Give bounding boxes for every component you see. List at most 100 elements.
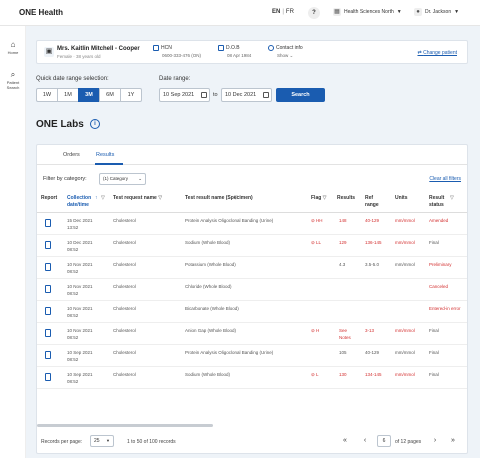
contact-field[interactable]: Contact info Show ⌄ — [268, 45, 303, 59]
next-page-button[interactable]: › — [429, 435, 441, 447]
test-request-name: Cholesterol — [113, 240, 136, 245]
units-value: mm/mmol — [395, 350, 415, 355]
first-page-button[interactable]: « — [339, 435, 351, 447]
result-value: 105 — [339, 350, 347, 355]
table-row[interactable]: 10 Sep 2021 08:52 Cholesterol Sodium (Whole… — [37, 367, 467, 389]
collection-datetime: 15 Dec 2021 13:52 — [67, 218, 93, 231]
clear-all-filters-link[interactable]: Clear all filters — [429, 176, 461, 182]
flag-text: L — [316, 372, 319, 377]
hcn-value: 0600-333-476 (ON) — [162, 53, 202, 58]
test-result-name: Potassium (Whole Blood) — [185, 262, 236, 267]
dob-label: D.O.B — [226, 45, 240, 51]
last-page-button[interactable]: » — [447, 435, 459, 447]
category-filter-select[interactable]: (1) Category ⌄ — [99, 173, 146, 185]
test-result-name: Chloride (Whole Blood) — [185, 284, 232, 289]
tab-orders[interactable]: Orders — [63, 152, 80, 158]
table-row[interactable]: 10 Dec 2021 08:52 Cholesterol Sodium (Whole… — [37, 235, 467, 257]
search-button[interactable]: Search — [276, 88, 325, 102]
document-icon[interactable] — [45, 285, 51, 293]
filter-icon[interactable]: ▽ — [450, 195, 454, 201]
collection-date: 10 Nov 2021 — [67, 328, 93, 333]
organization-menu[interactable]: ▦ Health Sciences North ▼ — [333, 8, 402, 16]
contact-toggle[interactable]: Show ⌄ — [277, 53, 303, 59]
category-filter-value: (1) Category — [103, 176, 129, 181]
date-from-value: 10 Sep 2021 — [163, 92, 195, 98]
sort-arrow-icon[interactable]: ↑ — [95, 195, 98, 201]
page-number-input[interactable]: 6 — [377, 435, 391, 447]
records-range-text: 1 to 50 of 100 records — [127, 439, 176, 445]
app-title[interactable]: ONE Health — [19, 8, 63, 17]
range-option-6m[interactable]: 6M — [99, 88, 121, 102]
tab-results[interactable]: Results — [96, 152, 114, 158]
prev-page-button[interactable]: ‹ — [359, 435, 371, 447]
col-units: Units — [395, 195, 408, 201]
help-button[interactable]: ? — [308, 7, 320, 19]
col-collection-date[interactable]: Collection date/time — [67, 195, 95, 209]
contact-label: Contact info — [276, 45, 303, 51]
sidebar-item-patient-search[interactable]: ⌕ Patient Search — [0, 70, 26, 90]
document-icon[interactable] — [45, 241, 51, 249]
lang-fr-link[interactable]: FR — [286, 9, 294, 15]
date-range-label: Date range: — [159, 76, 191, 82]
table-row[interactable]: 10 Nov 2021 08:52 Cholesterol Potassium (Wh… — [37, 257, 467, 279]
chevron-down-icon: ▼ — [106, 438, 110, 443]
collection-time: 08:52 — [67, 246, 79, 252]
sidebar: ⌂ Home ⌕ Patient Search — [0, 26, 26, 458]
result-value: 129 — [339, 240, 347, 245]
document-icon[interactable] — [45, 329, 51, 337]
chevron-down-icon: ⌄ — [289, 53, 294, 58]
table-row[interactable]: 15 Dec 2021 13:52 Cholesterol Protein Analy… — [37, 213, 467, 235]
document-icon[interactable] — [45, 263, 51, 271]
lang-en-link[interactable]: EN — [272, 9, 280, 15]
result-value: 4.3 — [339, 262, 346, 267]
user-name: Dr. Jackson — [425, 9, 452, 15]
sidebar-item-home[interactable]: ⌂ Home — [0, 40, 26, 55]
range-option-3m[interactable]: 3M — [78, 88, 100, 102]
date-from-input[interactable]: 10 Sep 2021 — [159, 88, 210, 102]
filter-icon[interactable]: ▽ — [234, 195, 238, 201]
table-row[interactable]: 10 Nov 2021 08:52 Cholesterol Anion Gap (Wh… — [37, 323, 467, 345]
flag-text: H — [316, 328, 320, 333]
records-per-page-select[interactable]: 25 ▼ — [90, 435, 114, 447]
test-request-name: Cholesterol — [113, 262, 136, 267]
range-option-1m[interactable]: 1M — [57, 88, 79, 102]
flag-text: HH — [316, 218, 323, 223]
col-test-request[interactable]: Test request name ▽ — [113, 195, 162, 202]
filter-icon[interactable]: ▽ — [157, 195, 162, 201]
test-result-name: Sodium (Whole Blood) — [185, 372, 231, 377]
filter-icon[interactable]: ▽ — [101, 195, 105, 201]
document-icon[interactable] — [45, 351, 51, 359]
patient-id-card-icon: ▣ — [44, 47, 54, 57]
horizontal-scrollbar[interactable] — [37, 424, 213, 427]
document-icon[interactable] — [45, 307, 51, 315]
ref-range-value: 3-13 — [365, 328, 375, 333]
user-menu[interactable]: ● Dr. Jackson ▼ — [414, 8, 459, 16]
col-test-result[interactable]: Test result name (Specimen) — [185, 195, 255, 202]
calendar-icon[interactable] — [263, 92, 269, 98]
change-patient-link[interactable]: ⇄ Change patient — [417, 50, 457, 56]
filter-icon[interactable]: ▽ — [321, 195, 327, 201]
document-icon[interactable] — [45, 373, 51, 381]
col-report: Report — [41, 195, 58, 201]
collection-datetime: 10 Nov 2021 08:52 — [67, 328, 93, 341]
home-icon: ⌂ — [10, 40, 16, 49]
info-icon[interactable]: i — [90, 119, 100, 129]
calendar-icon[interactable] — [201, 92, 207, 98]
chevron-down-icon: ▼ — [454, 9, 460, 15]
date-to-input[interactable]: 10 Dec 2021 — [221, 88, 272, 102]
col-ref-range: Ref range — [365, 195, 379, 208]
to-label: to — [213, 92, 218, 98]
document-icon[interactable] — [45, 219, 51, 227]
units-value: mm/mmol — [395, 240, 415, 245]
col-flag[interactable]: Flag ▽ — [311, 195, 327, 202]
organization-name: Health Sciences North — [344, 9, 394, 15]
hcn-field: HCN 0600-333-476 (ON) — [153, 45, 201, 58]
result-status: Preliminary — [429, 262, 452, 267]
table-row[interactable]: 10 Nov 2021 08:52 Cholesterol Chloride (Who… — [37, 279, 467, 301]
range-option-1y[interactable]: 1Y — [120, 88, 142, 102]
range-option-1w[interactable]: 1W — [36, 88, 58, 102]
test-request-name: Cholesterol — [113, 306, 136, 311]
card-icon — [153, 45, 159, 51]
table-row[interactable]: 10 Sep 2021 08:52 Cholesterol Protein Analy… — [37, 345, 467, 367]
table-row[interactable]: 10 Nov 2021 08:52 Cholesterol Bicarbonate (… — [37, 301, 467, 323]
